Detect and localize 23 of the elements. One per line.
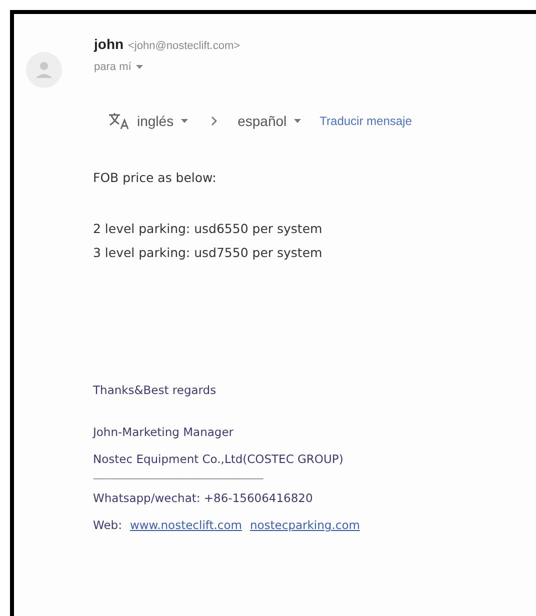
separator-text: ------------------------------------------------------------------------------------------ <box>93 473 264 485</box>
sender-email: <john@nosteclift.com> <box>128 40 240 52</box>
target-language[interactable]: español <box>238 113 287 129</box>
caret-icon[interactable] <box>180 119 188 123</box>
avatar-icon <box>26 52 62 88</box>
translate-icon <box>108 112 130 130</box>
body-text: 3 level parking: usd7550 per system <box>93 244 324 262</box>
signature-text: John-Marketing Manager <box>93 424 235 441</box>
translate-link[interactable]: Traducir mensaje <box>320 114 412 128</box>
caret-icon[interactable] <box>136 65 144 69</box>
contact-text: Whatsapp/wechat: +86-15606416820 <box>93 490 314 507</box>
recipient-text: para mí <box>94 61 132 73</box>
web-label: Web: <box>93 517 122 534</box>
source-language[interactable]: inglés <box>137 113 174 129</box>
website-link[interactable]: nostecparking.com <box>250 512 360 539</box>
chevron-icon <box>210 116 217 126</box>
greeting-text: Thanks&Best regards <box>93 383 218 397</box>
signature-text: Nostec Equipment Co.,Ltd(COSTEC GROUP) <box>93 451 344 468</box>
sender-name: john <box>94 36 124 52</box>
body-text: 2 level parking: usd6550 per system <box>93 220 324 238</box>
body-text: FOB price as below: <box>93 170 218 185</box>
caret-icon[interactable] <box>294 119 301 123</box>
website-link[interactable]: www.nosteclift.com <box>130 512 242 539</box>
